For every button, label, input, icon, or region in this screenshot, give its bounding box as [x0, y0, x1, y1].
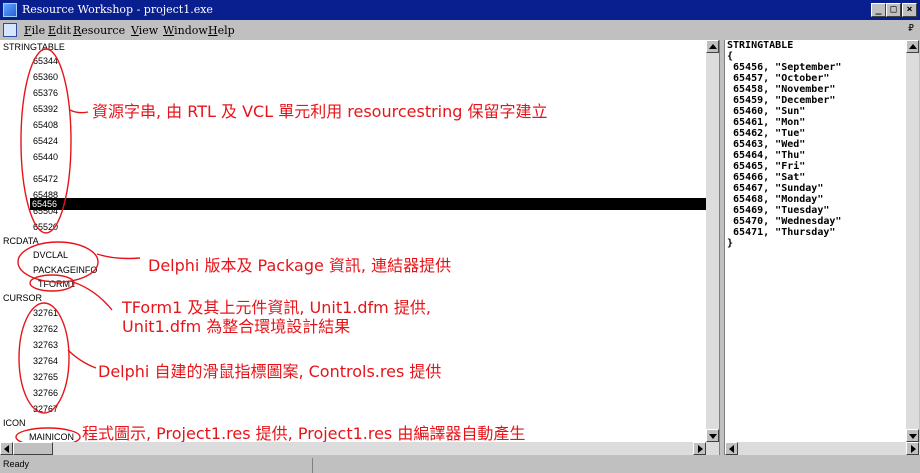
code-line: 65461, "Mon" [733, 117, 806, 128]
restore-icon[interactable]: ₽ [908, 23, 914, 34]
resource-text-pane[interactable]: STRINGTABLE { 65456, "September" 65457, … [725, 40, 906, 442]
annotation-rcdata: Delphi 版本及 Package 資訊, 連結器提供 [148, 256, 452, 275]
annotation-ellipse-strings [20, 48, 72, 234]
code-close-brace: } [727, 238, 734, 249]
annotation-strings: 資源字串, 由 RTL 及 VCL 單元利用 resourcestring 保留… [92, 102, 548, 121]
code-line: 65470, "Wednesday" [733, 216, 842, 227]
mdi-child-icon[interactable] [3, 23, 17, 37]
annotation-ellipse-tform [29, 274, 75, 292]
scroll-left-icon[interactable] [0, 442, 13, 455]
annotation-icon: 程式圖示, Project1.res 提供, Project1.res 由編譯器… [82, 424, 526, 442]
code-line: 65456, "September" [733, 62, 842, 73]
menu-resource[interactable]: Resource [73, 24, 125, 37]
status-separator [312, 458, 313, 473]
right-vertical-scrollbar[interactable] [906, 40, 919, 442]
scroll-left-icon[interactable] [725, 442, 738, 455]
annotation-ellipse-icon [15, 427, 81, 442]
code-line: 65462, "Tue" [733, 128, 806, 139]
maximize-icon[interactable]: □ [886, 3, 901, 17]
scroll-right-icon[interactable] [693, 442, 706, 455]
left-vertical-scrollbar[interactable] [706, 40, 719, 442]
code-line: 65468, "Monday" [733, 194, 824, 205]
menu-help[interactable]: Help [208, 24, 235, 37]
annotation-tform-line2: Unit1.dfm 為整合環境設計結果 [122, 317, 351, 336]
menu-window[interactable]: Window [163, 24, 208, 37]
right-horizontal-scrollbar[interactable] [725, 442, 920, 455]
scroll-up-icon[interactable] [906, 40, 919, 53]
window-title: Resource Workshop - project1.exe [22, 3, 213, 16]
minimize-icon[interactable]: _ [871, 3, 886, 17]
annotation-connector-tform [72, 281, 113, 311]
menu-view[interactable]: View [131, 24, 158, 37]
menu-file[interactable]: File [24, 24, 45, 37]
resource-tree-pane[interactable]: STRINGTABLE 65344 65360 65376 65392 6540… [0, 40, 706, 442]
code-line: 65457, "October" [733, 73, 830, 84]
annotation-connector-strings [69, 109, 89, 114]
code-line: 65460, "Sun" [733, 106, 806, 117]
code-view[interactable]: STRINGTABLE { 65456, "September" 65457, … [727, 40, 841, 249]
annotation-cursor: Delphi 自建的滑鼠指標圖案, Controls.res 提供 [98, 362, 442, 381]
scroll-down-icon[interactable] [706, 429, 719, 442]
code-line: 65459, "December" [733, 95, 836, 106]
code-line: 65463, "Wed" [733, 139, 806, 150]
title-bar[interactable]: Resource Workshop - project1.exe _ □ × [0, 0, 920, 20]
scroll-down-icon[interactable] [906, 429, 919, 442]
code-line: 65471, "Thursday" [733, 227, 836, 238]
code-line: 65467, "Sunday" [733, 183, 824, 194]
annotation-ellipse-cursor [18, 302, 70, 414]
status-bar: Ready [0, 458, 920, 473]
status-text: Ready [3, 459, 30, 469]
code-header: STRINGTABLE [727, 40, 794, 51]
code-line: 65464, "Thu" [733, 150, 806, 161]
code-line: 65466, "Sat" [733, 172, 806, 183]
close-icon[interactable]: × [902, 3, 917, 17]
code-line: 65469, "Tuesday" [733, 205, 830, 216]
menu-edit[interactable]: Edit [48, 24, 71, 37]
scroll-right-icon[interactable] [906, 442, 919, 455]
code-line: 65465, "Fri" [733, 161, 806, 172]
code-line: 65458, "November" [733, 84, 836, 95]
code-open-brace: { [727, 51, 734, 62]
annotation-connector-cursor [67, 349, 97, 369]
scroll-thumb[interactable] [13, 442, 53, 455]
left-horizontal-scrollbar[interactable] [0, 442, 719, 455]
menu-bar: File Edit Resource View Window Help ₽ [0, 20, 920, 40]
scroll-up-icon[interactable] [706, 40, 719, 53]
annotation-connector-rcdata [96, 253, 141, 260]
annotation-ellipse-rcdata [17, 241, 99, 283]
app-icon[interactable] [3, 3, 17, 17]
